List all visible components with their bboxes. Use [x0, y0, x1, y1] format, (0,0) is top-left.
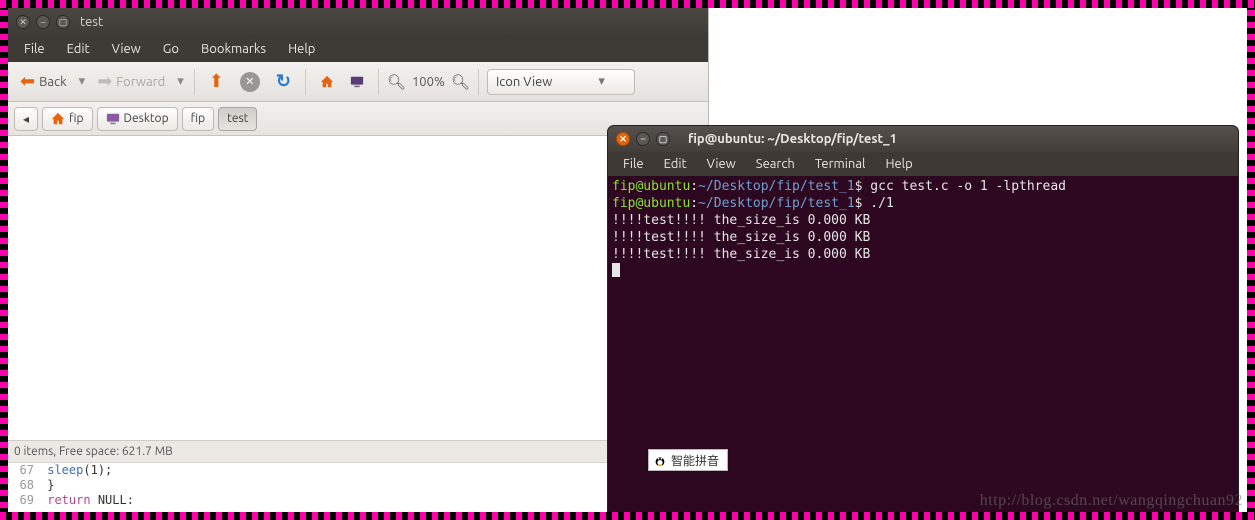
up-button[interactable]: ⬆ — [203, 68, 230, 96]
window-buttons: ✕ – ▢ — [616, 132, 670, 146]
menu-search[interactable]: Search — [747, 155, 804, 173]
chevron-down-icon: ▾ — [598, 74, 605, 89]
menu-go[interactable]: Go — [153, 39, 189, 59]
titlebar[interactable]: ✕ – ▢ fip@ubuntu: ~/Desktop/fip/test_1 — [608, 126, 1238, 152]
home-button[interactable] — [314, 68, 340, 96]
close-icon[interactable]: ✕ — [616, 132, 630, 146]
menu-edit[interactable]: Edit — [655, 155, 696, 173]
maximize-icon[interactable]: ▢ — [56, 15, 70, 29]
window-title: fip@ubuntu: ~/Desktop/fip/test_1 — [688, 132, 897, 146]
path-segment[interactable]: fip — [42, 107, 93, 131]
back-button[interactable]: ⬅ Back — [14, 68, 73, 96]
ime-indicator[interactable]: 智能拼音 — [648, 449, 728, 471]
stop-button[interactable]: ✕ — [234, 68, 266, 96]
menu-help[interactable]: Help — [278, 39, 325, 59]
path-segment-label: Desktop — [124, 112, 169, 125]
watermark: http://blog.csdn.net/wangqingchuan92 — [980, 492, 1243, 510]
ime-label: 智能拼音 — [671, 452, 719, 469]
menu-bar: File Edit View Search Terminal Help — [608, 152, 1238, 176]
menu-view[interactable]: View — [102, 39, 151, 59]
stop-icon: ✕ — [240, 72, 260, 92]
path-segment[interactable]: Desktop — [97, 107, 178, 131]
path-segment[interactable]: test — [218, 107, 257, 131]
menu-bookmarks[interactable]: Bookmarks — [191, 39, 276, 59]
menu-file[interactable]: File — [14, 39, 55, 59]
code-line: 67 sleep(1); — [10, 463, 706, 478]
path-bar: ◂ fip Desktop fip test — [8, 102, 708, 136]
code-line: 69 return NULL: — [10, 493, 706, 508]
arrow-left-icon: ⬅ — [20, 71, 35, 92]
view-mode-label: Icon View — [496, 75, 552, 89]
menu-view[interactable]: View — [698, 155, 745, 173]
menu-edit[interactable]: Edit — [57, 39, 100, 59]
path-segment[interactable]: fip — [182, 107, 215, 131]
zoom-out-icon[interactable]: 🔍︎ — [387, 73, 406, 91]
maximize-icon[interactable]: ▢ — [656, 132, 670, 146]
path-segment-label: fip — [69, 112, 84, 125]
menu-file[interactable]: File — [614, 155, 653, 173]
minimize-icon[interactable]: – — [36, 15, 50, 29]
menu-terminal[interactable]: Terminal — [806, 155, 875, 173]
chevron-down-icon[interactable]: ▾ — [77, 74, 88, 89]
arrow-right-icon: ➡ — [97, 71, 112, 92]
minimize-icon[interactable]: – — [636, 132, 650, 146]
window-buttons: ✕ – ▢ — [16, 15, 70, 29]
desktop-icon — [106, 112, 120, 126]
arrow-up-icon: ⬆ — [209, 71, 224, 92]
reload-button[interactable]: ↻ — [270, 68, 297, 96]
tux-icon — [653, 453, 667, 467]
menu-bar: File Edit View Go Bookmarks Help — [8, 36, 708, 62]
home-icon — [320, 75, 334, 89]
titlebar[interactable]: ✕ – ▢ test — [8, 8, 708, 36]
monitor-icon — [350, 75, 364, 89]
background-editor-peek: 67 sleep(1);68 }69 return NULL: — [8, 462, 708, 512]
path-segment-label: test — [227, 112, 248, 125]
zoom-level: 100% — [412, 75, 445, 89]
menu-help[interactable]: Help — [876, 155, 921, 173]
status-text: 0 items, Free space: 621.7 MB — [14, 445, 173, 458]
zoom-in-icon[interactable]: 🔍︎ — [451, 73, 470, 91]
computer-button[interactable] — [344, 68, 370, 96]
status-bar: 0 items, Free space: 621.7 MB — [8, 440, 708, 462]
zoom-controls: 🔍︎ 100% 🔍︎ — [387, 73, 470, 91]
back-label: Back — [39, 75, 67, 89]
forward-button[interactable]: ➡ Forward — [91, 68, 171, 96]
code-line: 68 } — [10, 478, 706, 493]
path-history-button[interactable]: ◂ — [14, 107, 38, 131]
forward-label: Forward — [116, 75, 165, 89]
view-mode-select[interactable]: Icon View ▾ — [487, 69, 635, 95]
path-segment-label: fip — [191, 112, 206, 125]
chevron-down-icon[interactable]: ▾ — [175, 74, 186, 89]
toolbar: ⬅ Back ▾ ➡ Forward ▾ ⬆ ✕ ↻ 🔍︎ 100% 🔍︎ Ic… — [8, 62, 708, 102]
cursor — [612, 263, 620, 277]
chevron-left-icon: ◂ — [23, 112, 29, 126]
folder-content-area[interactable] — [8, 136, 708, 440]
file-manager-window: ✕ – ▢ test File Edit View Go Bookmarks H… — [8, 8, 708, 512]
window-title: test — [80, 15, 103, 29]
close-icon[interactable]: ✕ — [16, 15, 30, 29]
home-icon — [51, 112, 65, 126]
reload-icon: ↻ — [276, 71, 291, 92]
